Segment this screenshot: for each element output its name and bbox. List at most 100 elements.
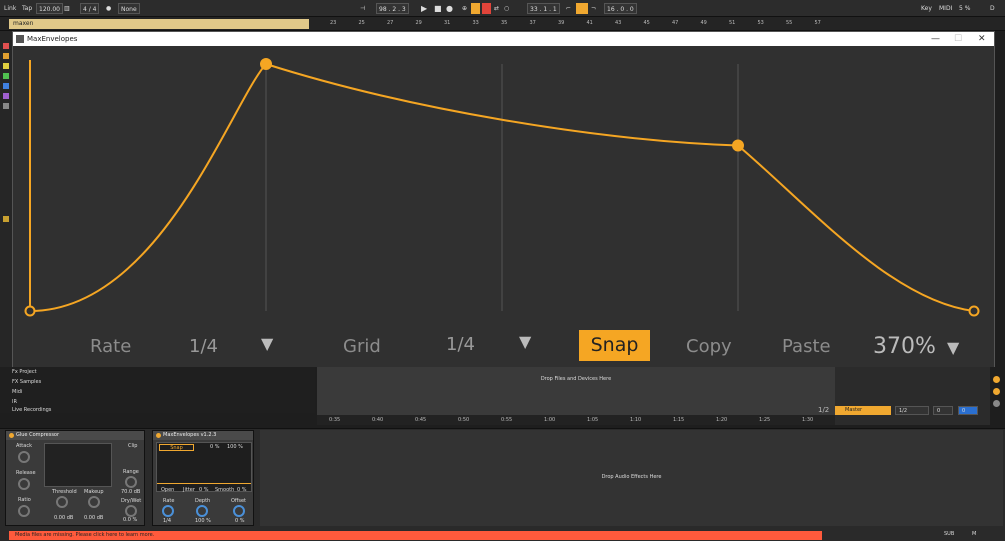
threshold-value[interactable]: 0.00 dB: [54, 515, 73, 521]
copy-button[interactable]: Copy: [686, 336, 732, 357]
cpu-meter: 5 %: [959, 5, 971, 12]
rate-dropdown-icon[interactable]: ▼: [261, 334, 273, 353]
session-record-icon[interactable]: [482, 3, 491, 14]
color-tag-yellow[interactable]: [3, 63, 9, 69]
envelope-editor[interactable]: [13, 46, 994, 367]
metronome-icon[interactable]: ▥: [64, 3, 70, 14]
master-volume-field[interactable]: 0: [958, 406, 978, 415]
device-header[interactable]: Glue Compressor: [6, 431, 144, 440]
punch-icon[interactable]: ⇄: [494, 3, 499, 14]
loop-switch-icon[interactable]: [576, 3, 588, 14]
color-tag-purple[interactable]: [3, 93, 9, 99]
envelope-graph[interactable]: [13, 46, 994, 367]
ruler-tick-label: 37: [529, 20, 536, 26]
loop-icon[interactable]: ○: [504, 3, 509, 14]
device-header[interactable]: MaxEnvelopes v1.2.3: [153, 431, 253, 440]
range-value[interactable]: 70.0 dB: [121, 489, 140, 495]
search-input[interactable]: maxen: [9, 19, 309, 29]
depth-knob[interactable]: [196, 505, 208, 517]
play-icon[interactable]: ▶: [421, 3, 427, 14]
range-knob[interactable]: [125, 476, 137, 488]
arrangement-drop-area[interactable]: Drop Files and Devices Here: [317, 367, 835, 415]
loop-length-field[interactable]: 16 . 0 . 0: [604, 3, 637, 14]
color-tag-orange[interactable]: [3, 53, 9, 59]
audio-effects-drop-area[interactable]: Drop Audio Effects Here: [260, 430, 1003, 526]
envelope-point[interactable]: [260, 58, 272, 70]
ratio-knob[interactable]: [18, 505, 30, 517]
depth-value[interactable]: 100 %: [195, 518, 211, 524]
midi-map-button[interactable]: MIDI: [939, 3, 952, 14]
open-button[interactable]: Open: [161, 487, 174, 493]
master-value-field[interactable]: 0: [933, 406, 953, 415]
offset-value[interactable]: 0 %: [235, 518, 245, 524]
color-tag-blue[interactable]: [3, 83, 9, 89]
rate-value-small[interactable]: 1/4: [163, 518, 171, 524]
snap-button[interactable]: Snap: [579, 330, 650, 361]
automation-arm-icon[interactable]: [471, 3, 480, 14]
punch-out-icon[interactable]: ¬: [591, 3, 596, 14]
punch-in-icon[interactable]: ⌐: [566, 3, 571, 14]
position-field[interactable]: 98 . 2 . 3: [376, 3, 409, 14]
envelope-point[interactable]: [24, 305, 36, 317]
envelope-point[interactable]: [968, 305, 980, 317]
key-map-button[interactable]: Key: [921, 3, 932, 14]
threshold-knob[interactable]: [56, 496, 68, 508]
record-icon[interactable]: ●: [446, 3, 453, 14]
paste-button[interactable]: Paste: [782, 336, 831, 357]
loop-start-field[interactable]: 33 . 1 . 1: [527, 3, 560, 14]
arm-icon[interactable]: [993, 400, 1000, 407]
tap-button[interactable]: Tap: [22, 3, 32, 14]
drywet-label: Dry/Wet: [121, 498, 142, 504]
makeup-value[interactable]: 0.00 dB: [84, 515, 103, 521]
stop-icon[interactable]: ■: [434, 3, 442, 14]
overdub-icon[interactable]: ⊕: [462, 3, 467, 14]
list-item[interactable]: Fx Project: [12, 369, 37, 375]
missing-media-warning[interactable]: Media files are missing. Please click he…: [9, 531, 822, 540]
link-button[interactable]: Link: [4, 3, 16, 14]
timeline-tick-label: 0:55: [501, 417, 513, 423]
timeline-tick-label: 1:20: [716, 417, 728, 423]
tempo-field[interactable]: 120.00: [36, 3, 63, 14]
zoom-dropdown-icon[interactable]: ▼: [947, 338, 959, 357]
grid-dropdown-icon[interactable]: ▼: [519, 332, 531, 351]
jitter-value[interactable]: 0 %: [199, 487, 209, 493]
track-activator-icon[interactable]: [993, 376, 1000, 383]
envelope-point[interactable]: [732, 139, 744, 152]
envelope-preview[interactable]: Snap 0 % 100 %: [156, 442, 252, 492]
offset-knob[interactable]: [233, 505, 245, 517]
zoom-value[interactable]: 370%: [873, 334, 936, 359]
minimize-button[interactable]: —: [931, 32, 940, 46]
window-titlebar[interactable]: MaxEnvelopes — ☐ ✕: [13, 32, 994, 46]
rate-value[interactable]: 1/4: [189, 336, 218, 357]
arrangement-timeline[interactable]: 0:35 0:40 0:45 0:50 0:55 1:00 1:05 1:10 1:15 1:20…: [317, 415, 835, 425]
record-dot-icon[interactable]: ●: [106, 3, 111, 14]
threshold-label: Threshold: [52, 489, 77, 495]
master-track-header[interactable]: Master: [835, 406, 891, 415]
color-tag-green[interactable]: [3, 73, 9, 79]
master-input-select[interactable]: 1/2: [895, 406, 929, 415]
list-item[interactable]: Live Recordings: [12, 407, 51, 413]
rate-knob[interactable]: [162, 505, 174, 517]
snap-toggle[interactable]: Snap: [159, 444, 194, 451]
list-item[interactable]: IR: [12, 399, 17, 405]
follow-icon[interactable]: ⊣: [360, 3, 365, 14]
quantize-select[interactable]: None: [118, 3, 140, 14]
maximize-button[interactable]: ☐: [954, 32, 962, 46]
smooth-value[interactable]: 0 %: [237, 487, 247, 493]
drywet-value[interactable]: 0.0 %: [123, 517, 137, 523]
device-power-icon[interactable]: [156, 433, 161, 438]
list-item[interactable]: FX Samples: [12, 379, 41, 385]
attack-knob[interactable]: [18, 451, 30, 463]
grid-value[interactable]: 1/4: [446, 334, 475, 355]
list-item[interactable]: Midi: [12, 389, 22, 395]
release-knob[interactable]: [18, 478, 30, 490]
meter-field[interactable]: 4 / 4: [80, 3, 100, 14]
solo-icon[interactable]: [993, 388, 1000, 395]
makeup-knob[interactable]: [88, 496, 100, 508]
close-button[interactable]: ✕: [978, 32, 986, 46]
search-category-icon[interactable]: [3, 216, 9, 222]
color-tag-gray[interactable]: [3, 103, 9, 109]
drywet-knob[interactable]: [125, 505, 137, 517]
device-power-icon[interactable]: [9, 433, 14, 438]
color-tag-red[interactable]: [3, 43, 9, 49]
